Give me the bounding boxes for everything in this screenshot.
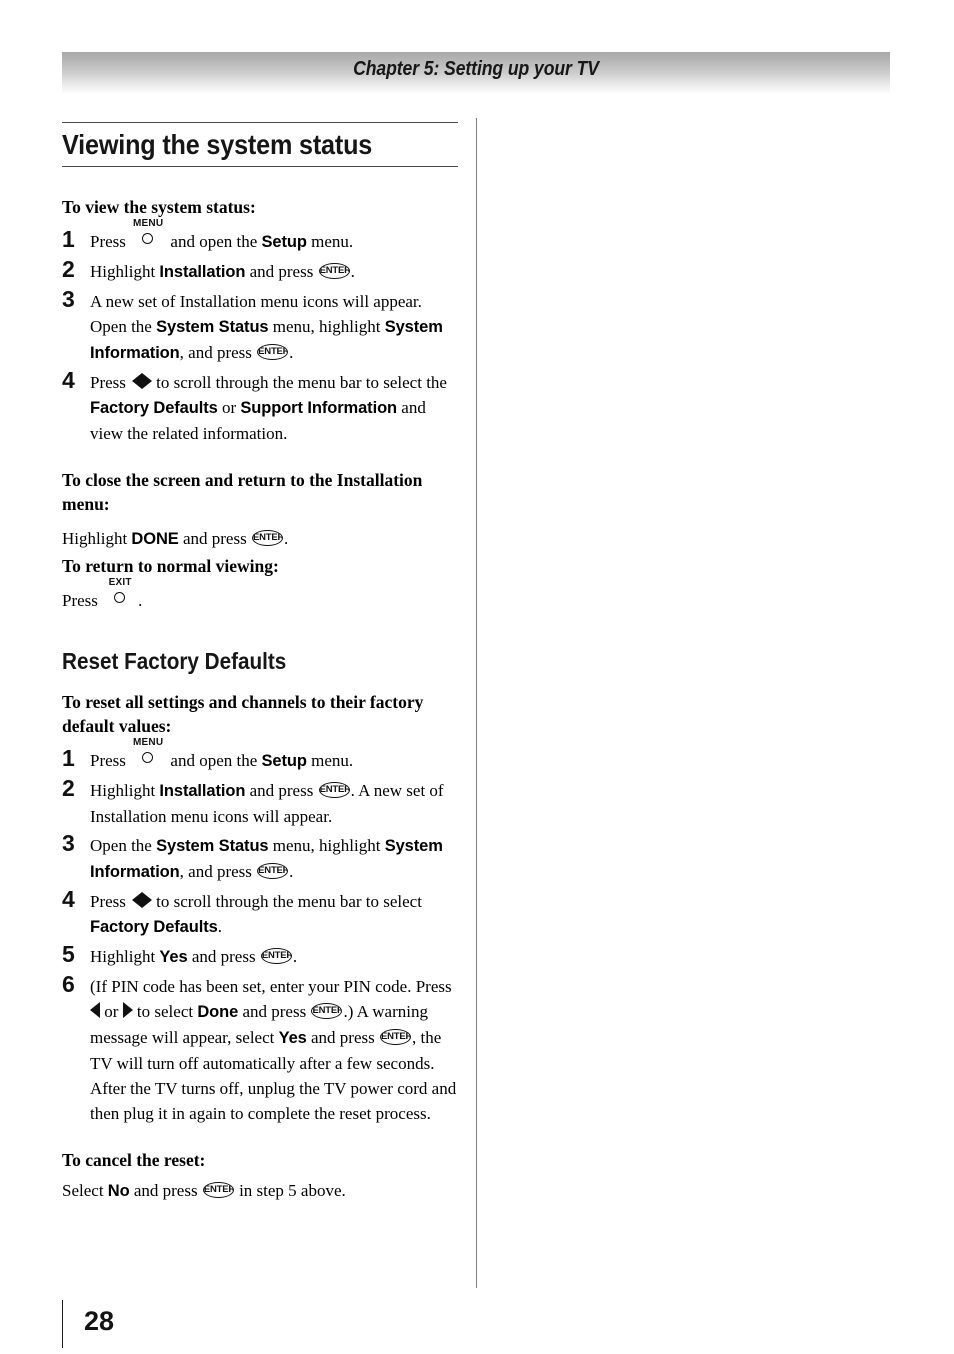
step-text: Press MENU and open the Setup menu. bbox=[90, 737, 354, 771]
folio-rule bbox=[62, 1300, 63, 1348]
arrow-right-icon bbox=[142, 373, 153, 389]
arrow-left-icon bbox=[132, 892, 143, 908]
step-text: Press to scroll through the menu bar to … bbox=[90, 892, 422, 936]
paragraph-press-exit: Press EXIT. bbox=[62, 577, 143, 611]
ui-term: Yes bbox=[278, 1029, 307, 1047]
step-text: Press to scroll through the menu bar to … bbox=[90, 373, 447, 443]
exit-button-icon: EXIT bbox=[103, 578, 137, 606]
lead-in-view-system-status: To view the system status: bbox=[62, 197, 256, 217]
numbered-step: 3 Open the System Status menu, highlight … bbox=[62, 830, 458, 885]
chapter-header-bar: Chapter 5: Setting up your TV bbox=[62, 52, 890, 94]
step-number: 3 bbox=[62, 286, 75, 312]
step-number: 4 bbox=[62, 886, 75, 912]
ui-term: System Status bbox=[156, 837, 269, 855]
arrow-left-icon bbox=[90, 1002, 100, 1018]
ui-term: Setup bbox=[261, 233, 307, 251]
numbered-step: 2 Highlight Installation and press ENTER.… bbox=[62, 775, 458, 829]
numbered-step: 1 Press MENU and open the Setup menu. bbox=[62, 737, 458, 774]
step-number: 4 bbox=[62, 367, 75, 393]
main-text-column: Viewing the system status To view the sy… bbox=[62, 122, 458, 1206]
step-number: 5 bbox=[62, 941, 75, 967]
ui-term: Installation bbox=[159, 782, 246, 800]
numbered-step: 4 Press to scroll through the menu bar to… bbox=[62, 886, 458, 940]
ui-term: No bbox=[107, 1182, 130, 1200]
arrow-left-icon bbox=[132, 373, 143, 389]
numbered-step: 6 (If PIN code has been set, enter your P… bbox=[62, 971, 458, 1126]
step-number: 1 bbox=[62, 745, 75, 771]
key-circle-icon bbox=[142, 752, 154, 763]
ui-term: DONE bbox=[131, 530, 179, 548]
ui-term: System Status bbox=[156, 318, 269, 336]
enter-button-icon: ENTER bbox=[257, 344, 289, 360]
ui-term: Setup bbox=[261, 752, 307, 770]
step-text: Highlight Installation and press ENTER. … bbox=[90, 781, 444, 826]
menu-button-icon: MENU bbox=[131, 738, 165, 766]
paragraph-select-no: Select No and press ENTER in step 5 abov… bbox=[62, 1181, 346, 1200]
page-number: 28 bbox=[84, 1306, 115, 1336]
step-number: 6 bbox=[62, 971, 75, 997]
key-label: EXIT bbox=[108, 577, 132, 588]
ui-term: Support Information bbox=[240, 399, 398, 417]
enter-button-icon: ENTER bbox=[202, 1182, 234, 1198]
enter-button-icon: ENTER bbox=[251, 530, 283, 546]
lead-in-close-screen: To close the screen and return to the In… bbox=[62, 470, 423, 514]
key-label: MENU bbox=[133, 737, 164, 748]
enter-button-icon: ENTER bbox=[311, 1003, 343, 1019]
step-number: 2 bbox=[62, 256, 75, 282]
key-circle-icon bbox=[142, 233, 154, 244]
steps-view-system-status: 1 Press MENU and open the Setup menu. 2 Hig… bbox=[62, 218, 458, 446]
numbered-step: 5 Highlight Yes and press ENTER. bbox=[62, 941, 458, 970]
section-reset-factory-defaults: Reset Factory Defaults To reset all sett… bbox=[62, 648, 458, 1204]
numbered-step: 3 A new set of Installation menu icons wi… bbox=[62, 286, 458, 366]
arrow-right-icon bbox=[142, 892, 153, 908]
paragraph-highlight-done: Highlight DONE and press ENTER. bbox=[62, 529, 289, 548]
enter-button-icon: ENTER bbox=[380, 1029, 411, 1045]
enter-button-icon: ENTER bbox=[257, 863, 289, 879]
step-text: Press MENU and open the Setup menu. bbox=[90, 218, 354, 252]
numbered-step: 1 Press MENU and open the Setup menu. bbox=[62, 218, 458, 255]
step-number: 3 bbox=[62, 830, 75, 856]
section-heading-rule-wrap: Viewing the system status bbox=[62, 122, 458, 167]
step-text: Highlight Yes and press ENTER. bbox=[90, 947, 298, 966]
ui-term: Factory Defaults bbox=[90, 399, 218, 417]
arrow-left-right-icon bbox=[132, 370, 153, 395]
step-text: (If PIN code has been set, enter your PI… bbox=[90, 977, 457, 1123]
section-heading: Viewing the system status bbox=[62, 129, 373, 160]
column-divider bbox=[476, 118, 477, 1288]
step-text: A new set of Installation menu icons wil… bbox=[90, 292, 443, 362]
menu-button-icon: MENU bbox=[131, 219, 165, 247]
subsection-heading: Reset Factory Defaults bbox=[62, 648, 287, 674]
enter-button-icon: ENTER bbox=[318, 263, 350, 279]
ui-term: Factory Defaults bbox=[90, 918, 218, 936]
ui-term: Installation bbox=[159, 263, 246, 281]
key-label: MENU bbox=[133, 218, 164, 229]
step-text: Highlight Installation and press ENTER. bbox=[90, 262, 355, 281]
arrow-right-icon bbox=[122, 1002, 133, 1018]
lead-in-cancel-reset: To cancel the reset: bbox=[62, 1150, 206, 1170]
step-text: Open the System Status menu, highlight S… bbox=[90, 836, 443, 881]
numbered-step: 4 Press to scroll through the menu bar to… bbox=[62, 367, 458, 446]
ui-term: Done bbox=[197, 1003, 239, 1021]
steps-reset-factory-defaults: 1 Press MENU and open the Setup menu. 2 Hig… bbox=[62, 737, 458, 1126]
numbered-step: 2 Highlight Installation and press ENTER. bbox=[62, 256, 458, 285]
chapter-header-title: Chapter 5: Setting up your TV bbox=[353, 58, 599, 80]
enter-button-icon: ENTER bbox=[318, 782, 350, 798]
enter-button-icon: ENTER bbox=[260, 948, 292, 964]
key-circle-icon bbox=[114, 592, 126, 603]
arrow-left-right-icon bbox=[132, 889, 153, 914]
lead-in-reset-all-settings: To reset all settings and channels to th… bbox=[62, 692, 424, 736]
lead-in-return-normal-viewing: To return to normal viewing: bbox=[62, 556, 279, 576]
ui-term: Yes bbox=[159, 948, 188, 966]
step-number: 1 bbox=[62, 226, 75, 252]
section-viewing-the-system-status: Viewing the system status To view the sy… bbox=[62, 122, 458, 614]
step-number: 2 bbox=[62, 775, 75, 801]
